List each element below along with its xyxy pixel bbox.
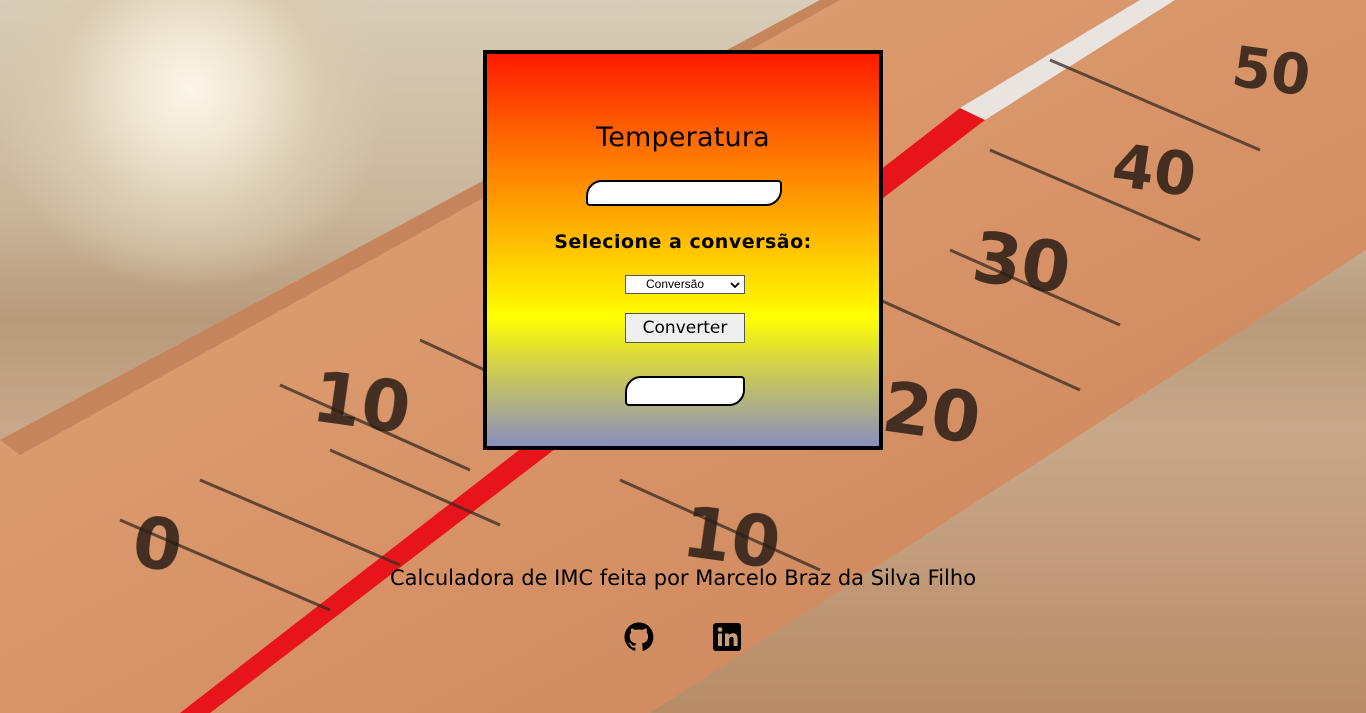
linkedin-icon[interactable] — [711, 621, 743, 653]
svg-text:40: 40 — [1108, 131, 1200, 212]
svg-text:20: 20 — [878, 366, 986, 461]
conversion-select[interactable]: Conversão — [625, 275, 745, 294]
page: 10 0 10 20 30 40 50 Temperatura Selecion… — [0, 0, 1366, 713]
footer-credit: Calculadora de IMC feita por Marcelo Bra… — [389, 566, 977, 590]
conversion-select-label: Selecione a conversão: — [554, 231, 812, 253]
temperature-input[interactable] — [586, 180, 782, 206]
svg-text:10: 10 — [308, 356, 416, 451]
temperature-converter-card: Temperatura Selecione a conversão: Conve… — [483, 50, 883, 450]
svg-text:50: 50 — [1228, 34, 1314, 109]
conversion-select-value: Conversão — [646, 277, 705, 291]
convert-button[interactable]: Converter — [625, 313, 745, 343]
result-output — [625, 376, 745, 406]
github-icon[interactable] — [623, 621, 655, 653]
svg-text:30: 30 — [968, 216, 1076, 311]
card-title: Temperatura — [596, 122, 770, 153]
chevron-down-icon — [730, 282, 740, 289]
